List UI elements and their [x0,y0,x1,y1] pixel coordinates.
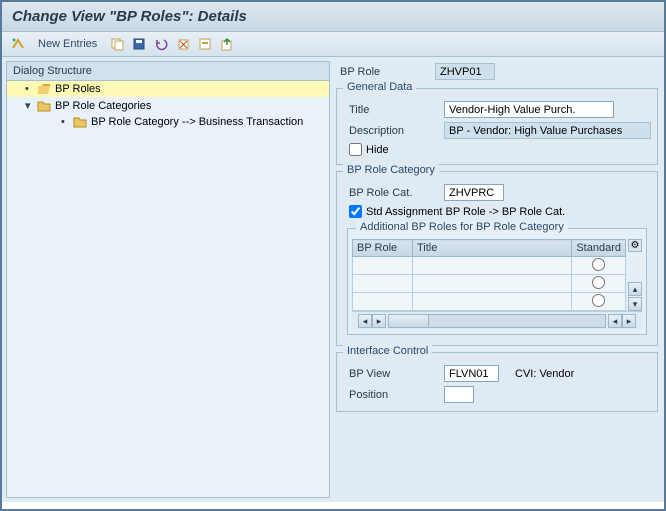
undo-icon[interactable] [153,36,169,52]
interface-control-group: Interface Control BP View CVI: Vendor Po… [336,352,658,412]
bp-view-desc: CVI: Vendor [515,368,574,380]
bp-role-cat-input[interactable] [444,184,504,201]
bp-role-row: BP Role ZHVP01 [334,61,660,82]
general-data-legend: General Data [343,81,416,93]
std-radio[interactable] [592,276,605,289]
general-data-group: General Data Title Description BP - Vend… [336,88,658,165]
left-panel: Dialog Structure • BP Roles ▾ BP Role Ca… [2,57,334,502]
col-bprole[interactable]: BP Role [353,240,413,257]
scroll-down-icon[interactable]: ▾ [628,297,642,311]
col-standard[interactable]: Standard [572,240,626,257]
bp-view-label: BP View [343,368,438,380]
tree-label: BP Role Category --> Business Transactio… [91,116,303,128]
bp-role-label: BP Role [334,66,429,78]
bp-role-cat-label: BP Role Cat. [343,187,438,199]
bullet-icon: • [25,83,33,95]
hide-checkbox[interactable] [349,143,362,156]
tree-label: BP Role Categories [55,100,151,112]
description-value: BP - Vendor: High Value Purchases [444,122,651,139]
col-title[interactable]: Title [413,240,572,257]
description-label: Description [343,125,438,137]
bullet-icon: • [61,116,69,128]
scroll-right-icon[interactable]: ◂ [608,314,622,328]
toolbar: New Entries [2,32,664,57]
scroll-first-icon[interactable]: ◂ [358,314,372,328]
folder-icon [73,116,87,128]
expand-icon[interactable]: ▾ [25,99,33,112]
tree-label: BP Roles [55,83,101,95]
table-config-icon[interactable]: ⚙ [628,239,642,252]
horizontal-scrollbar[interactable]: ◂ ▸ ◂ ▸ [352,311,642,330]
folder-open-icon [37,83,51,95]
tree-item-bp-roles[interactable]: • BP Roles [7,81,329,97]
scroll-left-icon[interactable]: ▸ [372,314,386,328]
std-assignment-label: Std Assignment BP Role -> BP Role Cat. [366,206,565,218]
new-entries-button[interactable]: New Entries [32,38,103,50]
delete-icon[interactable] [175,36,191,52]
additional-bp-roles-box: Additional BP Roles for BP Role Category… [347,228,647,335]
additional-bp-roles-legend: Additional BP Roles for BP Role Category [356,221,568,233]
right-panel: BP Role ZHVP01 General Data Title Descri… [334,57,664,502]
copy-icon[interactable] [109,36,125,52]
page-title: Change View "BP Roles": Details [12,8,247,25]
additional-roles-table: BP Role Title Standard [352,239,626,311]
vertical-scrollbar[interactable]: ⚙ ▴ ▾ [628,239,642,311]
title-input[interactable] [444,101,614,118]
content-area: Dialog Structure • BP Roles ▾ BP Role Ca… [2,57,664,502]
scroll-last-icon[interactable]: ▸ [622,314,636,328]
bp-role-category-group: BP Role Category BP Role Cat. Std Assign… [336,171,658,346]
dialog-structure-header: Dialog Structure [7,62,329,81]
export-icon[interactable] [219,36,235,52]
position-label: Position [343,389,438,401]
select-icon[interactable] [197,36,213,52]
tree-item-bp-role-categories[interactable]: ▾ BP Role Categories [7,97,329,114]
bp-role-category-legend: BP Role Category [343,164,439,176]
save-icon[interactable] [131,36,147,52]
scroll-up-icon[interactable]: ▴ [628,282,642,296]
dialog-structure: Dialog Structure • BP Roles ▾ BP Role Ca… [6,61,330,498]
std-radio[interactable] [592,258,605,271]
tree-item-bp-role-cat-bt[interactable]: • BP Role Category --> Business Transact… [7,114,329,130]
page-header: Change View "BP Roles": Details [2,2,664,32]
std-assignment-checkbox[interactable] [349,205,362,218]
bp-role-value: ZHVP01 [435,63,495,80]
table-row[interactable] [353,257,626,275]
table-row[interactable] [353,293,626,311]
folder-icon [37,100,51,112]
title-label: Title [343,104,438,116]
std-radio[interactable] [592,294,605,307]
bp-view-input[interactable] [444,365,499,382]
hide-label: Hide [366,144,389,156]
interface-control-legend: Interface Control [343,345,432,357]
toggle-icon[interactable] [10,36,26,52]
position-input[interactable] [444,386,474,403]
table-row[interactable] [353,275,626,293]
